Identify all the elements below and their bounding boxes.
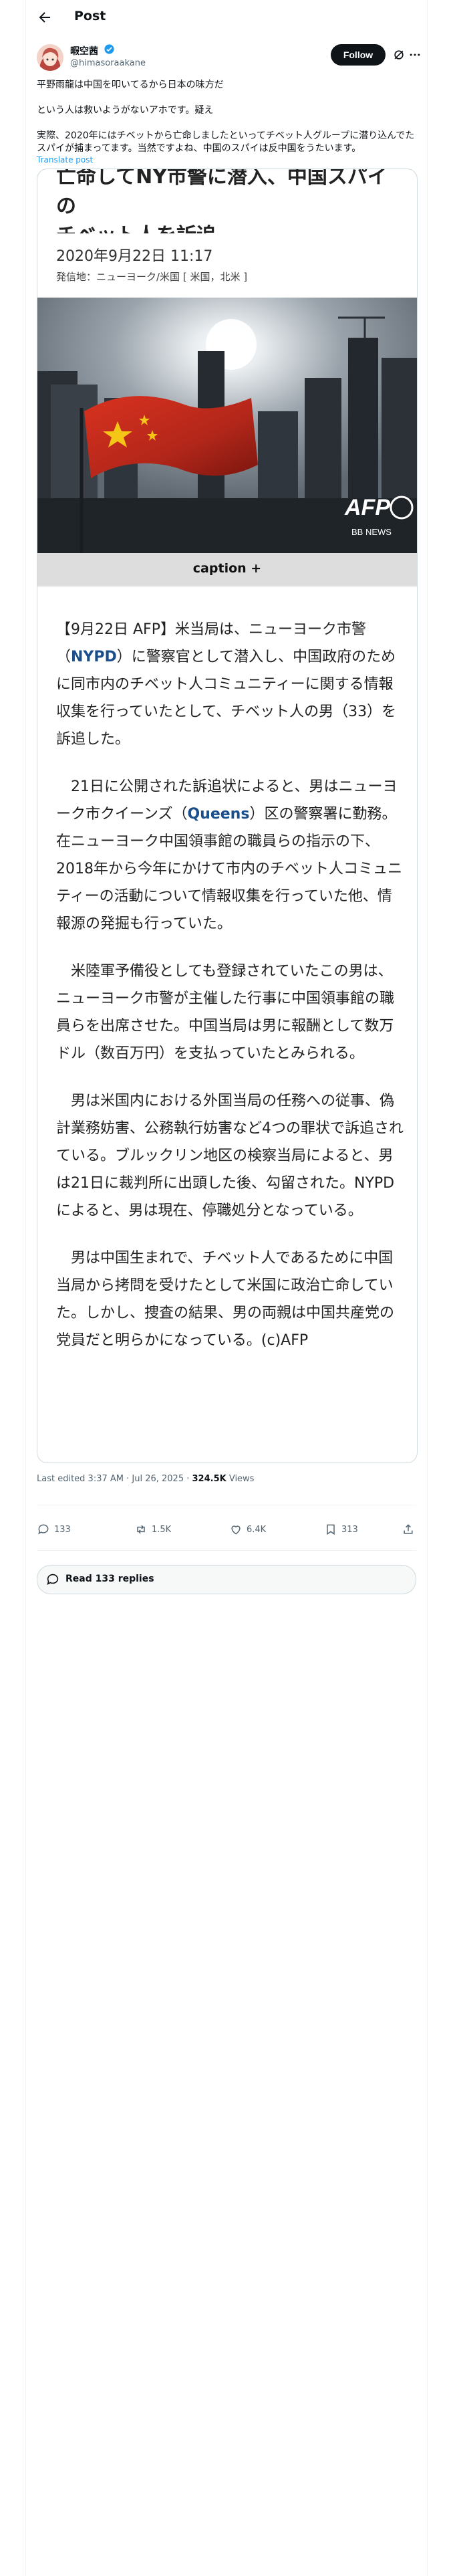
article-paragraph: 米陸軍予備役としても登録されていたこの男は、ニューヨーク市警が主催した行事に中国… [56, 963, 395, 1062]
caption-toggle[interactable]: caption + [37, 561, 417, 576]
author-row: 暇空茜 @himasoraakane Follow [26, 41, 427, 74]
reply-count: 133 [54, 1525, 71, 1535]
article-dateline: 発信地：ニューヨーク/米国 [ 米国，北米 ] [56, 271, 248, 283]
views-count: 324.5K [192, 1474, 227, 1484]
headline: 亡命してNY市警に潜入、中国スパイの チベット人を訴追 [37, 169, 417, 233]
verified-badge-icon [104, 44, 114, 54]
article-screenshot[interactable]: 亡命してNY市警に潜入、中国スパイの チベット人を訴追 2020年9月22日 1… [37, 169, 418, 1463]
article-paragraph: 男は米国内における外国当局の任務への従事、偽計業務妨害、公務執行妨害など4つの罪… [56, 1093, 404, 1219]
more-options-icon[interactable] [408, 48, 422, 62]
nypd-link[interactable]: NYPD [71, 649, 117, 665]
avatar[interactable] [37, 44, 63, 71]
share-icon [404, 1524, 413, 1534]
article-paragraph: 【9月22日 AFP】米当局は、ニューヨーク市警（NYPD）に警察官として潜入し… [56, 621, 397, 748]
follow-button[interactable]: Follow [331, 44, 386, 66]
reply-icon [38, 1524, 49, 1535]
views-label: Views [226, 1474, 255, 1484]
headline-line: 亡命してNY市警に潜入、中国スパイの [56, 169, 388, 218]
headline-line: チベット人を訴追 [56, 221, 404, 233]
heart-icon [231, 1525, 241, 1535]
edited-timestamp[interactable]: Last edited 3:37 AM · Jul 26, 2025 · [37, 1474, 192, 1484]
bookmark-count: 313 [341, 1525, 358, 1535]
back-arrow-icon[interactable] [37, 9, 53, 25]
post-line: という人は救いようがないアホです。疑え [37, 105, 214, 116]
like-count: 6.4K [247, 1525, 267, 1535]
article-photo: AFP BB NEWS [37, 298, 417, 553]
queens-link[interactable]: Queens [187, 806, 249, 823]
post-line: 平野雨龍は中国を叩いてるから日本の味方だ [37, 80, 224, 90]
post-text: 平野雨龍は中国を叩いてるから日本の味方だ という人は救いようがないアホです。疑え… [37, 79, 416, 155]
post-meta: Last edited 3:37 AM · Jul 26, 2025 · 324… [37, 1474, 254, 1484]
bookmark-icon [327, 1524, 335, 1535]
article-paragraph: 男は中国生まれで、チベット人であるために中国当局から拷問を受けたとして米国に政治… [56, 1250, 395, 1349]
post-line: 実際、2020年にはチベットから亡命しましたといってチベット人グループに潜り込ん… [37, 130, 415, 154]
grok-icon[interactable] [392, 48, 406, 62]
photo-credit: AFP [344, 495, 390, 520]
handle[interactable]: @himasoraakane [70, 58, 146, 68]
read-replies-button[interactable]: Read 133 replies [37, 1565, 416, 1594]
caption-bar: caption + [37, 553, 417, 586]
reply-bubble-icon [47, 1574, 59, 1585]
repost-icon [137, 1525, 145, 1534]
read-replies-label: Read 133 replies [65, 1574, 154, 1584]
article-body: 【9月22日 AFP】米当局は、ニューヨーク市警（NYPD）に警察官として潜入し… [56, 616, 406, 1374]
article-paragraph: 21日に公開された訴追状によると、男はニューヨーク市クイーンズ（Queens）区… [56, 778, 402, 932]
divider [37, 1550, 416, 1551]
article-date: 2020年9月22日 11:17 [56, 248, 213, 265]
translate-post-link[interactable]: Translate post [37, 155, 93, 165]
repost-count: 1.5K [152, 1525, 172, 1535]
top-bar: Post [26, 0, 427, 35]
main-column: Post 暇空茜 @himasoraakane Follow 平野雨龍は中国を叩… [25, 0, 428, 2576]
display-name[interactable]: 暇空茜 [70, 44, 98, 58]
action-bar: 133 1.5K 6.4K 313 [26, 1519, 427, 1539]
page-title: Post [74, 9, 106, 23]
photo-credit-2: BB NEWS [351, 527, 392, 537]
